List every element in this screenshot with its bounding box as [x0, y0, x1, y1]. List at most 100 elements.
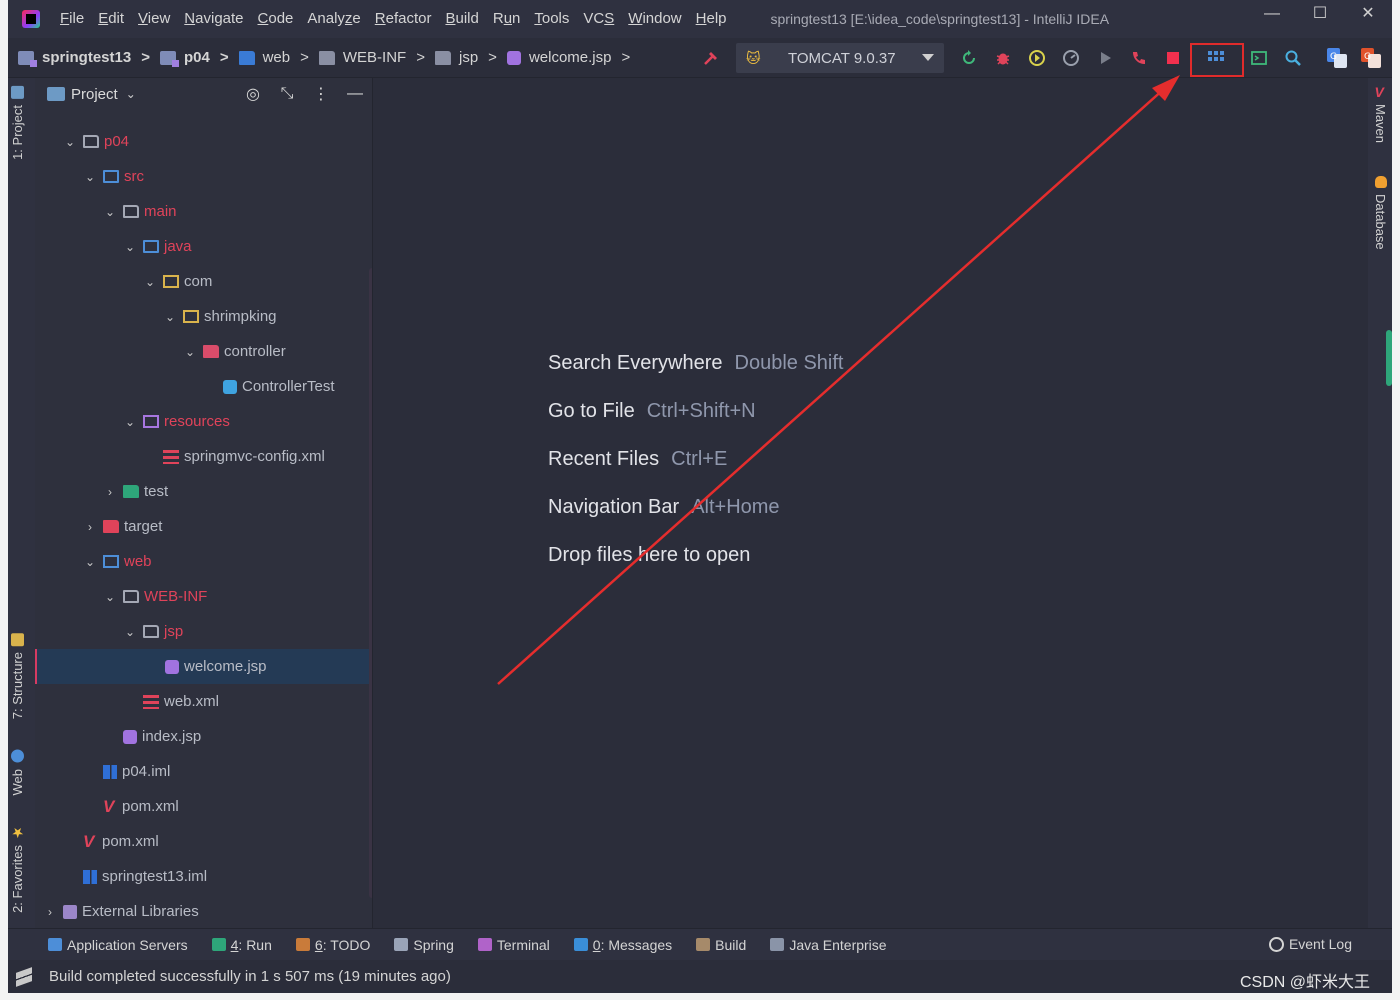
menu-navigate[interactable]: Navigate: [184, 0, 243, 38]
editor-empty-area[interactable]: Search Everywhere Double Shift Go to File C…: [373, 78, 1368, 928]
layers-icon[interactable]: [16, 966, 32, 987]
project-tool-tab[interactable]: 1: Project: [10, 86, 25, 160]
event-log-tab[interactable]: Event Log: [1268, 936, 1352, 952]
tree-item[interactable]: ⌄ p04: [35, 124, 372, 159]
terminal-icon[interactable]: [1242, 41, 1276, 75]
locate-target-icon[interactable]: ◎: [236, 84, 270, 104]
tree-item[interactable]: welcome.jsp: [35, 649, 372, 684]
tree-item[interactable]: ⌄ shrimpking: [35, 299, 372, 334]
tree-item[interactable]: ⌄ web: [35, 544, 372, 579]
tree-item[interactable]: p04.iml: [35, 754, 372, 789]
breadcrumb-web[interactable]: web >: [238, 49, 309, 66]
tree-item[interactable]: › test: [35, 474, 372, 509]
chevron-down-icon[interactable]: ⌄: [123, 240, 137, 254]
chevron-down-icon[interactable]: ⌄: [143, 275, 157, 289]
menu-window[interactable]: Window: [628, 0, 681, 38]
breadcrumb-web-inf[interactable]: WEB-INF >: [318, 49, 425, 66]
menu-build[interactable]: Build: [445, 0, 478, 38]
bottom-tab[interactable]: 0: Messages: [573, 937, 672, 953]
profiler-icon[interactable]: [1054, 41, 1088, 75]
breadcrumb-module[interactable]: p04 >: [159, 49, 229, 67]
tree-item[interactable]: ⌄ java: [35, 229, 372, 264]
attach-debugger-icon[interactable]: [1122, 41, 1156, 75]
run-configuration-dropdown[interactable]: 🐱 TOMCAT 9.0.37: [736, 43, 944, 73]
breadcrumb-project[interactable]: springtest13 >: [18, 49, 150, 67]
menu-vcs[interactable]: VCS: [583, 0, 614, 38]
menu-view[interactable]: View: [138, 0, 170, 38]
menu-tools[interactable]: Tools: [534, 0, 569, 38]
hide-panel-icon[interactable]: —: [338, 85, 372, 103]
tree-item[interactable]: index.jsp: [35, 719, 372, 754]
chevron-down-icon[interactable]: ⌄: [83, 170, 97, 184]
run-with-coverage-icon[interactable]: [1020, 41, 1054, 75]
debug-bug-icon[interactable]: [986, 41, 1020, 75]
tree-item[interactable]: ControllerTest: [35, 369, 372, 404]
menu-analyze[interactable]: Analyze: [307, 0, 360, 38]
maven-tool-tab[interactable]: V Maven: [1373, 85, 1388, 143]
chevron-down-icon[interactable]: ⌄: [123, 625, 137, 639]
chevron-down-icon[interactable]: ⌄: [163, 310, 177, 324]
menu-help[interactable]: Help: [696, 0, 727, 38]
tree-item[interactable]: › External Libraries: [35, 894, 372, 928]
menu-run[interactable]: Run: [493, 0, 521, 38]
tree-item[interactable]: web.xml: [35, 684, 372, 719]
stop-icon[interactable]: [1156, 41, 1190, 75]
menu-code[interactable]: Code: [258, 0, 294, 38]
favorites-tool-tab[interactable]: 2: Favorites ★: [10, 825, 25, 913]
tree-item[interactable]: ⌄ resources: [35, 404, 372, 439]
more-options-icon[interactable]: ⋮: [304, 84, 338, 104]
chevron-right-icon[interactable]: ›: [43, 905, 57, 919]
rerun-icon[interactable]: [952, 41, 986, 75]
folder-blue-icon: [143, 240, 159, 253]
breadcrumb-jsp[interactable]: jsp >: [434, 49, 497, 66]
bottom-tab[interactable]: 6: TODO: [295, 937, 370, 953]
menu-refactor[interactable]: Refactor: [375, 0, 432, 38]
tree-item[interactable]: ⌄ main: [35, 194, 372, 229]
breadcrumb-file[interactable]: welcome.jsp >: [506, 49, 630, 66]
build-hammer-icon[interactable]: [694, 41, 728, 75]
tree-item[interactable]: ⌄ jsp: [35, 614, 372, 649]
close-button[interactable]: ✕: [1344, 0, 1392, 30]
collapse-all-icon[interactable]: ⤡: [270, 85, 304, 103]
minimize-button[interactable]: —: [1248, 0, 1296, 30]
tree-item[interactable]: Vpom.xml: [35, 789, 372, 824]
run-play-icon[interactable]: [1088, 41, 1122, 75]
tree-item[interactable]: Vpom.xml: [35, 824, 372, 859]
structure-tool-tab[interactable]: 7: Structure: [10, 633, 25, 719]
database-tool-tab[interactable]: Database: [1373, 176, 1388, 250]
menu-file[interactable]: File: [60, 0, 84, 38]
tree-item-label: springmvc-config.xml: [184, 448, 325, 465]
bottom-tab[interactable]: Java Enterprise: [770, 937, 887, 953]
tree-item[interactable]: ⌄ WEB-INF: [35, 579, 372, 614]
intellij-logo-icon[interactable]: [22, 10, 40, 28]
bottom-tab[interactable]: Spring: [394, 937, 454, 953]
chevron-down-icon[interactable]: ⌄: [123, 415, 137, 429]
chevron-down-icon[interactable]: ⌄: [103, 205, 117, 219]
tree-item[interactable]: springmvc-config.xml: [35, 439, 372, 474]
tree-item[interactable]: springtest13.iml: [35, 859, 372, 894]
web-tool-tab[interactable]: Web: [10, 750, 25, 796]
bottom-tab[interactable]: Build: [696, 937, 746, 953]
tree-item[interactable]: ⌄ com: [35, 264, 372, 299]
maximize-button[interactable]: ☐: [1296, 0, 1344, 30]
tree-item[interactable]: ⌄ src: [35, 159, 372, 194]
hint-action: Recent Files: [548, 448, 660, 470]
chevron-down-icon[interactable]: ⌄: [63, 135, 77, 149]
tree-item[interactable]: ⌄ controller: [35, 334, 372, 369]
menu-edit[interactable]: Edit: [98, 0, 124, 38]
bottom-tab[interactable]: Application Servers: [48, 937, 188, 953]
google-translate-icon[interactable]: G: [1320, 41, 1354, 75]
tree-item[interactable]: › target: [35, 509, 372, 544]
chevron-down-icon[interactable]: ⌄: [103, 590, 117, 604]
chevron-down-icon[interactable]: ⌄: [183, 345, 197, 359]
translate-icon[interactable]: G: [1354, 41, 1388, 75]
chevron-right-icon[interactable]: ›: [83, 520, 97, 534]
chevron-right-icon[interactable]: ›: [103, 485, 117, 499]
search-icon[interactable]: [1276, 41, 1310, 75]
bottom-tab[interactable]: 4: Run: [211, 937, 272, 953]
project-panel-title[interactable]: Project: [71, 86, 118, 103]
chevron-down-icon[interactable]: ⌄: [126, 87, 136, 101]
chevron-down-icon[interactable]: ⌄: [83, 555, 97, 569]
hint-shortcut: Double Shift: [734, 352, 844, 374]
bottom-tab[interactable]: Terminal: [477, 937, 550, 953]
